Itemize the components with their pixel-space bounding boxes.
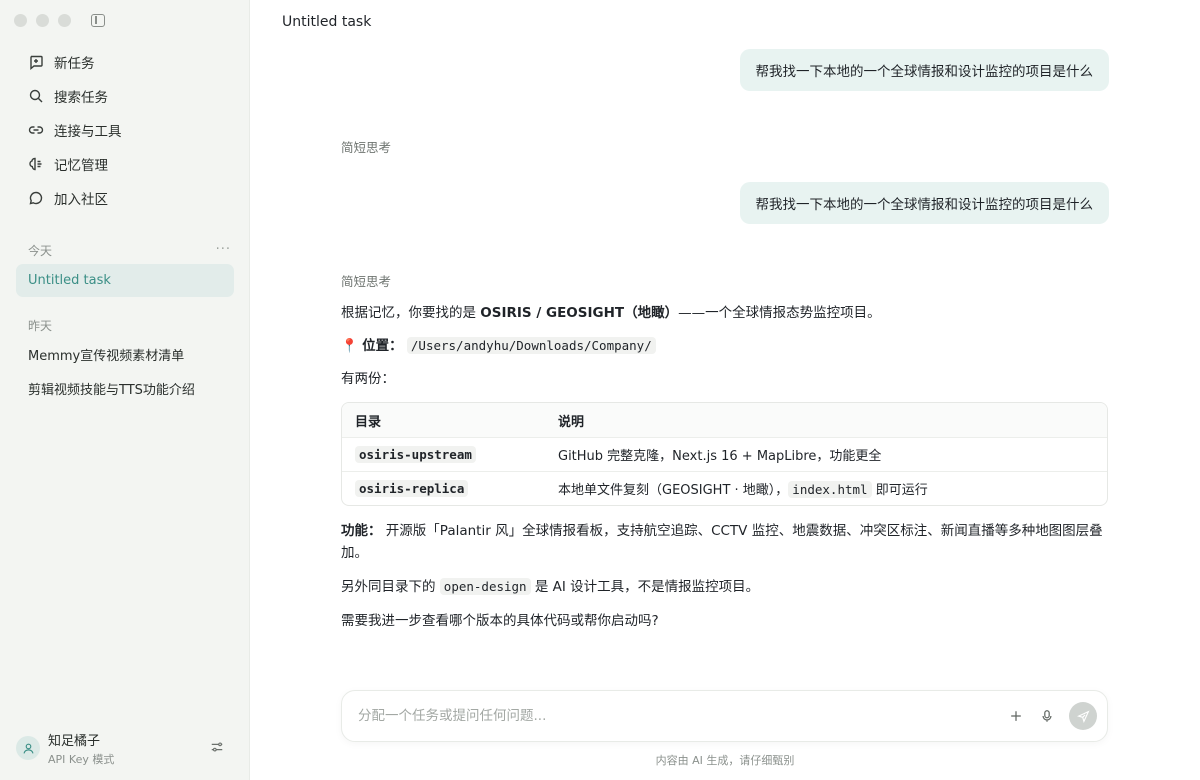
thinking-label[interactable]: 简短思考 — [341, 271, 391, 290]
more-icon[interactable]: ··· — [216, 242, 231, 257]
microphone-icon[interactable] — [1037, 706, 1057, 726]
intro-prefix: 根据记忆，你要找的是 — [341, 305, 481, 321]
pin-icon: 📍 — [341, 338, 358, 354]
send-button[interactable] — [1069, 702, 1097, 730]
question-paragraph: 需要我进一步查看哪个版本的具体代码或帮你启动吗? — [341, 610, 1108, 632]
page-title: Untitled task — [282, 14, 372, 30]
feature-text: 开源版「Palantir 风」全球情报看板，支持航空追踪、CCTV 监控、地震数… — [341, 523, 1103, 561]
user-icon — [22, 743, 34, 754]
window-controls — [14, 14, 71, 27]
sliders-icon[interactable] — [210, 740, 226, 756]
app-window: 新任务 搜索任务 连接与工具 记忆管理 加入社区 今天 ··· Untitled… — [0, 0, 1200, 780]
close-window-button[interactable] — [14, 14, 27, 27]
plus-square-icon — [28, 54, 44, 70]
intro-suffix: ——一个全球情报态势监控项目。 — [678, 305, 881, 321]
sidebar-item-community[interactable]: 加入社区 — [16, 181, 233, 215]
search-icon — [28, 88, 44, 104]
sidebar-item-search-tasks[interactable]: 搜索任务 — [16, 79, 233, 113]
chat-input-box — [341, 690, 1108, 742]
table-cell-dir: osiris-replica — [355, 479, 469, 497]
sidebar-item-label: 新任务 — [54, 56, 95, 72]
question-text: 需要我进一步查看哪个版本的具体代码或帮你启动吗? — [341, 613, 659, 629]
table-cell-desc: GitHub 完整克隆，Next.js 16 + MapLibre，功能更全 — [558, 449, 882, 464]
desc-suffix: 即可运行 — [871, 483, 928, 498]
table-row: osiris-upstream GitHub 完整克隆，Next.js 16 +… — [342, 437, 1107, 471]
user-message: 帮我找一下本地的一个全球情报和设计监控的项目是什么 — [739, 49, 1109, 91]
user-mode: API Key 模式 — [48, 752, 115, 766]
sidebar-nav: 新任务 搜索任务 连接与工具 记忆管理 加入社区 — [16, 45, 233, 215]
thinking-label[interactable]: 简短思考 — [341, 137, 391, 156]
location-line: 📍 位置： /Users/andyhu/Downloads/Company/ — [341, 335, 1108, 357]
task-item-untitled[interactable]: Untitled task — [16, 264, 234, 297]
sidebar-item-label: 加入社区 — [54, 192, 108, 208]
sidebar-item-new-task[interactable]: 新任务 — [16, 45, 233, 79]
project-name: OSIRIS / GEOSIGHT（地瞰） — [480, 305, 679, 321]
table-header-cell: 说明 — [558, 414, 585, 430]
table-header-cell: 目录 — [355, 414, 382, 430]
ai-disclaimer: 内容由 AI 生成，请仔细甄别 — [655, 754, 795, 767]
feature-paragraph: 功能： 开源版「Palantir 风」全球情报看板，支持航空追踪、CCTV 监控… — [341, 520, 1108, 564]
table-cell-desc: 本地单文件复刻（GEOSIGHT · 地瞰）， index.html 即可运行 — [545, 479, 1107, 498]
table-cell-dir: osiris-upstream — [355, 445, 476, 463]
desc-prefix: 本地单文件复刻（GEOSIGHT · 地瞰）， — [558, 483, 789, 498]
user-message: 帮我找一下本地的一个全球情报和设计监控的项目是什么 — [739, 182, 1109, 224]
sidebar-item-memory[interactable]: 记忆管理 — [16, 147, 233, 181]
copies-text: 有两份： — [341, 371, 395, 387]
add-icon[interactable] — [1006, 706, 1026, 726]
link-icon — [28, 122, 44, 138]
user-profile[interactable]: 知足橘子 API Key 模式 — [16, 728, 234, 768]
user-name: 知足橘子 — [48, 733, 101, 749]
table-header: 目录 说明 — [342, 403, 1107, 437]
avatar — [16, 736, 40, 760]
location-path: /Users/andyhu/Downloads/Company/ — [406, 337, 656, 354]
yesterday-label: 昨天 — [28, 319, 53, 333]
table-row: osiris-replica 本地单文件复刻（GEOSIGHT · 地瞰）， in… — [342, 471, 1107, 505]
project-table: 目录 说明 osiris-upstream GitHub 完整克隆，Next.j… — [341, 402, 1108, 506]
assistant-message-intro: 根据记忆，你要找的是 OSIRIS / GEOSIGHT（地瞰）——一个全球情报… — [341, 302, 1108, 324]
location-label: 位置： — [362, 338, 403, 354]
other-suffix: 是 AI 设计工具，不是情报监控项目。 — [530, 579, 760, 595]
task-item-memmy[interactable]: Memmy宣传视频素材清单 — [16, 338, 234, 371]
other-prefix: 另外同目录下的 — [341, 579, 440, 595]
copies-line: 有两份： — [341, 368, 1108, 390]
desc-code: index.html — [788, 481, 872, 498]
minimize-window-button[interactable] — [36, 14, 49, 27]
sidebar-item-label: 记忆管理 — [54, 158, 108, 174]
sidebar-item-connections[interactable]: 连接与工具 — [16, 113, 233, 147]
chat-bubble-icon — [28, 190, 44, 206]
send-icon — [1076, 709, 1090, 723]
sidebar-item-label: 连接与工具 — [54, 124, 122, 140]
feature-label: 功能： — [341, 523, 382, 539]
chat-input[interactable] — [358, 708, 1006, 724]
other-paragraph: 另外同目录下的 open-design 是 AI 设计工具，不是情报监控项目。 — [341, 576, 1108, 598]
maximize-window-button[interactable] — [58, 14, 71, 27]
other-code: open-design — [439, 578, 531, 595]
sidebar-item-label: 搜索任务 — [54, 90, 108, 106]
today-label: 今天 — [28, 244, 53, 258]
brain-icon — [28, 156, 44, 172]
chat-panel: Untitled task 帮我找一下本地的一个全球情报和设计监控的项目是什么 … — [250, 0, 1200, 780]
sidebar: 新任务 搜索任务 连接与工具 记忆管理 加入社区 今天 ··· Untitled… — [0, 0, 250, 780]
task-item-video-skills[interactable]: 剪辑视频技能与TTS功能介绍 — [16, 372, 234, 405]
sidebar-toggle-icon[interactable] — [91, 14, 105, 27]
